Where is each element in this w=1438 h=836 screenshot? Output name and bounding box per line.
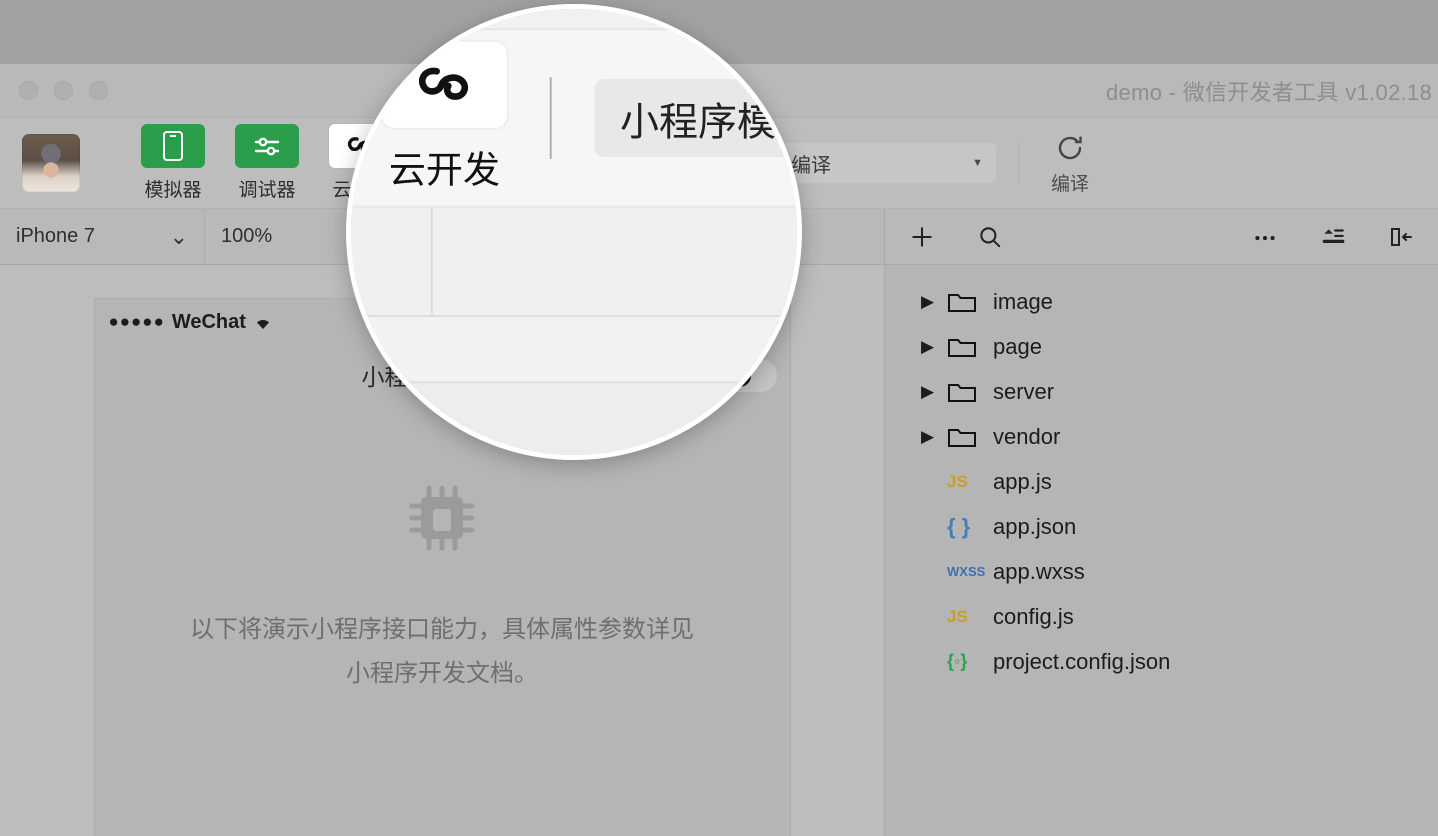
toolbar-divider-1 — [549, 77, 552, 159]
wxss-file-icon: WXSS — [947, 564, 993, 579]
chevron-down-icon: ⌄ — [169, 223, 188, 249]
project-config-icon-badge: {◦} — [947, 651, 968, 671]
js-file-icon: JS — [947, 607, 993, 627]
more-horizontal-icon[interactable] — [1250, 222, 1280, 252]
toolbar-button-group: 模拟器 调试器 云开发 — [351, 42, 507, 194]
mode-select-value: 小程序模式 — [619, 101, 802, 145]
phone-icon — [141, 124, 205, 168]
tree-item-label: app.wxss — [993, 558, 1085, 584]
secondary-toolbar: iPhone 7 ⌄ 100% — [351, 207, 797, 317]
simulator-toggle-button[interactable]: 模拟器 — [141, 124, 205, 202]
screen: demo - 微信开发者工具 v1.02.18 模拟器 调试器 ▼ 编译 iPh… — [0, 0, 1438, 836]
folder-icon — [947, 290, 993, 314]
refresh-icon — [1053, 131, 1087, 165]
tree-item-app-wxss[interactable]: WXSS app.wxss — [885, 549, 1438, 594]
disclosure-triangle-icon[interactable]: ▶ — [921, 337, 947, 357]
tree-item-label: app.json — [993, 513, 1077, 539]
disclosure-triangle-icon[interactable]: ▶ — [921, 382, 947, 402]
tree-item-label: image — [993, 288, 1053, 314]
collapse-all-icon[interactable] — [1318, 222, 1348, 252]
chip-icon — [403, 479, 481, 562]
page-hint: 以下将演示小程序接口能力，具体属性参数详见 小程序开发文档。 — [190, 608, 694, 697]
zoom-button[interactable] — [89, 81, 108, 100]
spacer-cell — [433, 208, 797, 315]
chevron-down-icon: ▼ — [972, 157, 983, 169]
tree-item-label: server — [993, 378, 1055, 404]
tree-item-app-js[interactable]: JS app.js — [885, 459, 1438, 504]
tree-item-vendor[interactable]: ▶ vendor — [885, 414, 1438, 459]
tree-item-project-config-json[interactable]: {◦} project.config.json — [885, 639, 1438, 684]
device-select[interactable]: iPhone 7 ⌄ — [0, 209, 205, 264]
debugger-icon — [235, 124, 299, 168]
js-file-icon-badge: JS — [947, 471, 968, 491]
traffic-lights[interactable] — [0, 81, 108, 100]
carrier-group: ●●●●● WeChat — [109, 311, 273, 334]
project-config-icon: {◦} — [947, 651, 993, 672]
tree-item-label: app.js — [993, 468, 1052, 494]
editor-controls — [885, 209, 1438, 264]
mode-select[interactable]: 小程序模式 ▼ — [594, 79, 802, 158]
json-file-icon: { } — [947, 514, 993, 540]
tree-item-server[interactable]: ▶ server — [885, 369, 1438, 414]
search-icon[interactable] — [975, 222, 1005, 252]
close-button[interactable] — [19, 81, 38, 100]
main-toolbar: 模拟器 调试器 云开发 — [351, 30, 802, 208]
tree-item-label: project.config.json — [993, 648, 1171, 674]
wifi-icon — [256, 319, 269, 329]
cloud-dev-button[interactable]: 云开发 — [382, 42, 507, 194]
debugger-toggle-label: 调试器 — [238, 180, 296, 201]
zoom-select[interactable]: 100% — [205, 209, 355, 264]
js-file-icon: JS — [947, 472, 993, 492]
phone-frame: ●●●●● WeChat 小程序接口能力 — [351, 381, 797, 455]
signal-dots-icon: ●●●●● — [108, 312, 165, 331]
phone-status-bar: ●●●●● WeChat — [351, 383, 797, 455]
device-select-value: iPhone 7 — [16, 225, 95, 247]
plus-icon[interactable] — [907, 222, 937, 252]
simulator-controls: iPhone 7 ⌄ 100% — [351, 207, 797, 315]
zoom-value: 100% — [221, 225, 273, 247]
avatar[interactable] — [22, 134, 80, 192]
file-tree: ▶ image ▶ page ▶ server ▶ vendor JS app.js { } app.… — [885, 265, 1438, 836]
wxss-file-icon-badge: WXSS — [947, 564, 986, 579]
disclosure-triangle-icon[interactable]: ▶ — [921, 427, 947, 447]
tree-item-label: vendor — [993, 423, 1061, 449]
simulator-toggle-label: 模拟器 — [144, 180, 202, 201]
minimize-button[interactable] — [54, 81, 73, 100]
main-content: ●●●●● WeChat 小程序接口能力 — [351, 316, 797, 455]
tree-item-label: page — [993, 333, 1042, 359]
page-hint-line-1: 以下将演示小程序接口能力，具体属性参数详见 — [190, 616, 694, 643]
disclosure-triangle-icon[interactable]: ▶ — [921, 292, 947, 312]
tree-item-label: config.js — [993, 603, 1074, 629]
compile-label: 编译 — [1050, 173, 1089, 195]
folder-icon — [947, 380, 993, 404]
cloud-icon — [382, 42, 507, 128]
simulator-panel: ●●●●● WeChat 小程序接口能力 — [351, 316, 797, 455]
magnified-app-copy: demo - 微信开发者工具 v1.02.18 模拟器 — [351, 9, 802, 455]
magnifier-spotlight: demo - 微信开发者工具 v1.02.18 模拟器 — [346, 4, 802, 460]
zoom-select[interactable]: 100% — [351, 207, 433, 315]
page-hint-line-2: 小程序开发文档。 — [346, 660, 538, 688]
folder-icon — [947, 335, 993, 359]
toggle-sidebar-icon[interactable] — [1386, 222, 1416, 252]
tree-item-page[interactable]: ▶ page — [885, 324, 1438, 369]
compile-button[interactable]: 编译 — [1041, 131, 1099, 196]
carrier-label: WeChat — [171, 310, 246, 333]
miniprogram-page: 以下将演示小程序接口能力，具体属性参数详见 小程序开发文档。 — [94, 405, 790, 836]
cloud-dev-label: 云开发 — [388, 151, 501, 193]
debugger-toggle-button[interactable]: 调试器 — [235, 124, 299, 202]
tree-item-config-js[interactable]: JS config.js — [885, 594, 1438, 639]
json-file-icon-badge: { } — [947, 513, 971, 539]
tree-item-image[interactable]: ▶ image — [885, 279, 1438, 324]
tree-item-app-json[interactable]: { } app.json — [885, 504, 1438, 549]
folder-icon — [947, 425, 993, 449]
js-file-icon-badge: JS — [947, 606, 968, 626]
toolbar-divider-3 — [1018, 142, 1019, 184]
